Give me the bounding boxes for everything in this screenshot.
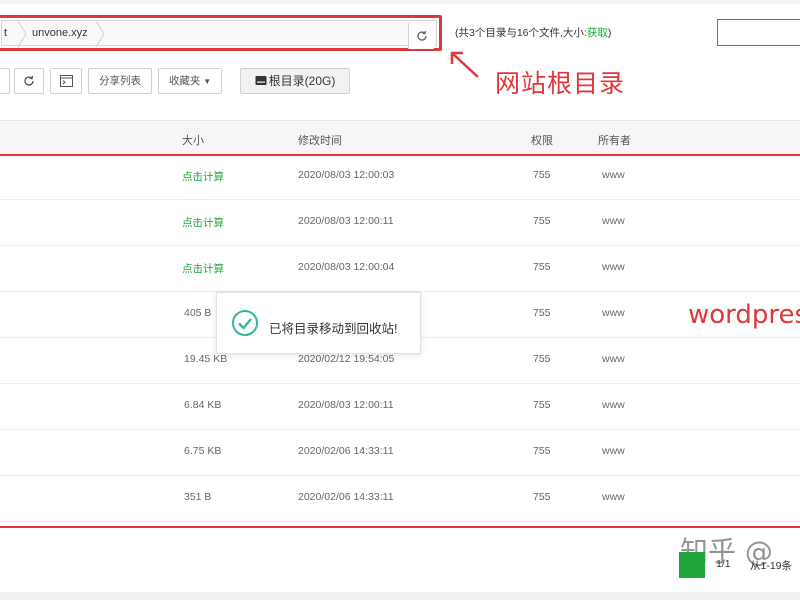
fetch-size-link[interactable]: 获取 — [587, 27, 608, 39]
breadcrumb-item[interactable]: t — [4, 27, 7, 39]
refresh-icon — [416, 30, 427, 41]
root-directory-label: 根目录(20G) — [268, 74, 336, 88]
column-header-permission[interactable]: 权限 — [531, 132, 553, 148]
column-header-owner[interactable]: 所有者 — [598, 132, 631, 148]
refresh-icon — [24, 75, 34, 86]
share-list-button[interactable]: 分享列表 — [88, 68, 152, 94]
breadcrumb-separator-icon — [95, 21, 105, 47]
directory-summary: (共3个目录与16个文件,大小:获取) — [455, 25, 611, 40]
path-bar[interactable]: t unvone.xyz — [1, 20, 437, 49]
root-directory-button[interactable]: 根目录(20G) — [240, 68, 350, 94]
breadcrumb-item-current[interactable]: unvone.xyz — [32, 27, 88, 39]
directory-summary-text: (共3个目录与16个文件,大小: — [455, 27, 587, 39]
favorites-dropdown[interactable]: 收藏夹 ▼ — [158, 68, 222, 94]
toolbar-terminal-button[interactable] — [50, 68, 82, 94]
toolbar-refresh-button[interactable] — [14, 68, 44, 94]
terminal-icon — [59, 75, 73, 87]
success-toast: 已将目录移动到回收站! — [216, 292, 421, 354]
table-header: 大小 修改时间 权限 所有者 — [0, 120, 800, 154]
path-refresh-button[interactable] — [408, 23, 434, 49]
top-divider — [0, 0, 800, 4]
search-input[interactable] — [717, 19, 800, 46]
bottom-divider — [0, 592, 800, 600]
toolbar-button-partial[interactable] — [0, 68, 10, 94]
address-area: t unvone.xyz (共3个目录与16个文件,大小:获取) — [0, 0, 800, 62]
favorites-label: 收藏夹 — [168, 75, 201, 87]
pager-range-text: 从1-19条 — [750, 560, 793, 572]
toast-message: 已将目录移动到回收站! — [269, 322, 398, 336]
caret-down-icon: ▼ — [203, 77, 212, 86]
column-header-size[interactable]: 大小 — [182, 132, 204, 148]
annotation-wordpress-label: wordpres — [688, 300, 800, 330]
directory-summary-close: ) — [607, 27, 612, 39]
breadcrumb-separator-icon — [17, 21, 27, 47]
path-bar-highlight: t unvone.xyz — [0, 15, 442, 51]
pager-current-page-button[interactable] — [679, 552, 705, 578]
check-circle-icon — [232, 310, 258, 336]
table-footer: 知乎 @ 1/1 从1-19条 — [0, 530, 800, 600]
disk-icon — [255, 76, 267, 85]
column-header-modified[interactable]: 修改时间 — [298, 132, 342, 148]
pager-page-indicator: 1/1 — [716, 558, 731, 570]
file-toolbar: 分享列表 收藏夹 ▼ 根目录(20G) — [0, 62, 800, 100]
